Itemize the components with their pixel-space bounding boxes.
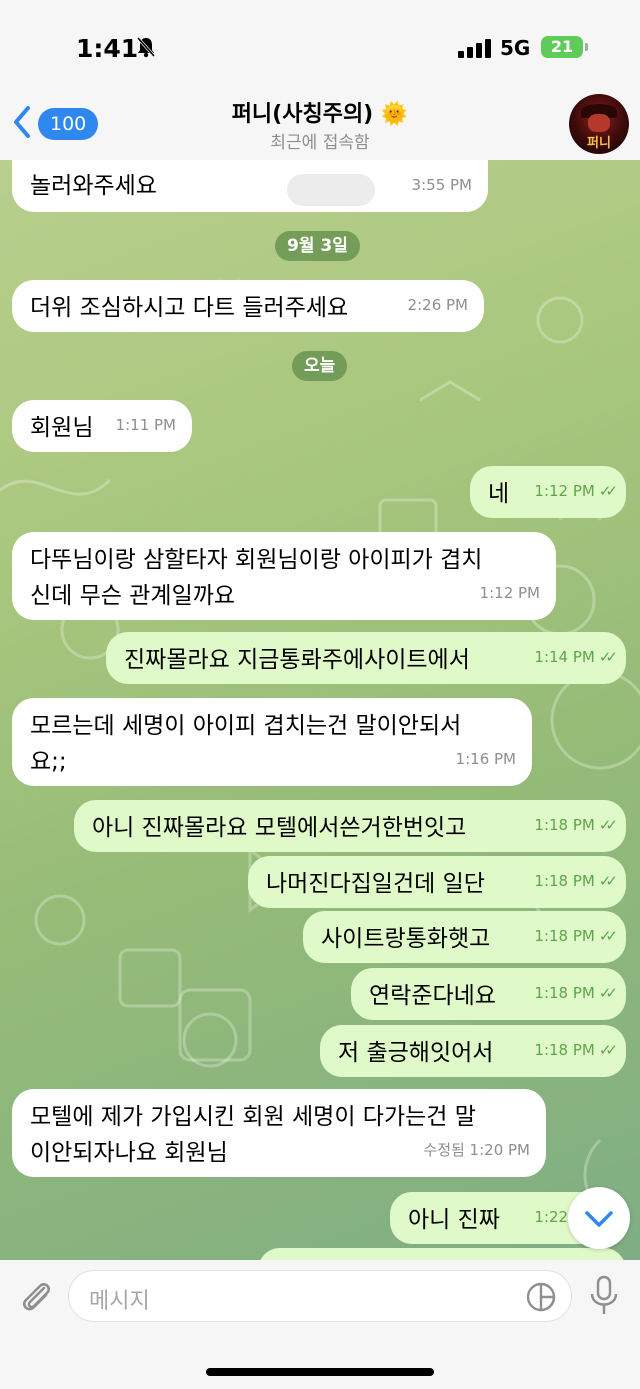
cellular-signal-icon <box>458 38 491 58</box>
message-time: 1:12 PM <box>534 482 595 500</box>
message-time-with-status: 1:12 PM ✓✓ <box>534 473 618 509</box>
message-time-with-status: 1:18 PM ✓✓ <box>534 918 618 954</box>
message-time-with-status: 1:18 PM ✓✓ <box>534 863 618 899</box>
status-bar: 1:41 5G 21 <box>0 0 640 88</box>
message-text-line-1: 다뚜님이랑 삼할타자 회원님이랑 아이피가 겹치 <box>30 547 483 573</box>
message-bubble-outgoing[interactable]: 나머진다집일건데 일단 1:18 PM ✓✓ <box>248 856 626 908</box>
message-time: 1:18 PM <box>534 927 595 945</box>
message-time-with-status: 1:14 PM ✓✓ <box>534 639 618 675</box>
message-time: 3:55 PM <box>411 176 472 194</box>
message-text-line-1: 모르는데 세명이 아이피 겹치는건 말이안되서 <box>30 713 462 739</box>
scroll-down-button[interactable] <box>568 1187 630 1249</box>
avatar-face-shape <box>588 114 610 132</box>
message-text: 나머진다집일건데 일단 <box>266 871 485 897</box>
read-receipt-icon: ✓✓ <box>598 648 618 666</box>
message-bubble-outgoing-partial[interactable] <box>258 1248 626 1260</box>
message-bubble-incoming[interactable]: 놀러와주세요 3:55 PM <box>12 160 488 212</box>
battery-icon: 21 <box>541 36 583 58</box>
avatar[interactable]: 퍼니 <box>569 94 629 154</box>
date-separator: 오늘 <box>292 351 348 381</box>
read-receipt-icon: ✓✓ <box>598 872 618 890</box>
message-input-bar: 메시지 <box>0 1260 640 1389</box>
message-time: 1:12 PM <box>479 584 540 602</box>
attach-icon[interactable] <box>16 1276 56 1316</box>
message-time: 2:26 PM <box>407 296 468 314</box>
microphone-icon[interactable] <box>586 1274 622 1318</box>
message-text: 저 출긍해잇어서 <box>338 1040 494 1066</box>
read-receipt-icon: ✓✓ <box>598 816 618 834</box>
read-receipt-icon: ✓✓ <box>598 482 618 500</box>
chat-header: 100 퍼니(사칭주의) 🌞 최근에 접속함 퍼니 <box>0 88 640 160</box>
message-bubble-incoming[interactable]: 모텔에 제가 가입시킨 회원 세명이 다가는건 말 이안되자나요 회원님 수정됨… <box>12 1089 546 1177</box>
home-indicator <box>206 1368 434 1376</box>
sticker-icon[interactable] <box>525 1281 557 1313</box>
read-receipt-icon: ✓✓ <box>598 984 618 1002</box>
read-receipt-icon: ✓✓ <box>598 1041 618 1059</box>
message-text: 진짜몰라요 지금통롸주에사이트에서 <box>124 647 470 673</box>
message-bubble-incoming[interactable]: 다뚜님이랑 삼할타자 회원님이랑 아이피가 겹치 신데 무슨 관계일까요 1:1… <box>12 532 556 620</box>
network-type: 5G <box>500 36 531 60</box>
message-time: 1:18 PM <box>534 816 595 834</box>
message-bubble-outgoing[interactable]: 진짜몰라요 지금통롸주에사이트에서 1:14 PM ✓✓ <box>106 632 626 684</box>
message-time: 1:16 PM <box>455 750 516 768</box>
message-text: 놀러와주세요 <box>30 173 157 199</box>
message-text: 아니 진짜몰라요 모텔에서쓴거한번잇고 <box>92 815 467 841</box>
message-input-placeholder: 메시지 <box>89 1289 150 1314</box>
message-text: 연락준다네요 <box>369 983 496 1009</box>
message-time-with-status: 1:18 PM ✓✓ <box>534 807 618 843</box>
read-receipt-icon: ✓✓ <box>598 927 618 945</box>
message-bubble-outgoing[interactable]: 사이트랑통화햇고 1:18 PM ✓✓ <box>303 911 626 963</box>
message-text: 더위 조심하시고 다트 들러주세요 <box>30 295 349 321</box>
message-text-line-1: 모텔에 제가 가입시킨 회원 세명이 다가는건 말 <box>30 1104 476 1130</box>
message-text-line-2: 신데 무슨 관계일까요 <box>30 583 236 609</box>
message-bubble-incoming[interactable]: 모르는데 세명이 아이피 겹치는건 말이안되서 요;; 1:16 PM <box>12 698 532 786</box>
message-text: 사이트랑통화햇고 <box>321 926 491 952</box>
message-time: 수정됨 1:20 PM <box>423 1141 530 1159</box>
message-time: 1:18 PM <box>534 984 595 1002</box>
message-text: 네 <box>488 481 510 507</box>
mute-bell-icon <box>136 36 156 63</box>
message-time-with-status: 1:18 PM ✓✓ <box>534 975 618 1011</box>
message-bubble-outgoing[interactable]: 저 출긍해잇어서 1:18 PM ✓✓ <box>320 1025 626 1077</box>
scroll-down-icon <box>585 1211 613 1227</box>
chat-title[interactable]: 퍼니(사칭주의) 🌞 <box>0 96 640 128</box>
chat-messages-area[interactable]: 놀러와주세요 3:55 PM 9월 3일 더위 조심하시고 다트 들러주세요 2… <box>0 160 640 1260</box>
message-input[interactable]: 메시지 <box>68 1270 572 1322</box>
message-bubble-outgoing[interactable]: 네 1:12 PM ✓✓ <box>470 466 626 518</box>
message-bubble-incoming[interactable]: 회원님 1:11 PM <box>12 400 192 452</box>
message-bubble-outgoing[interactable]: 아니 진짜몰라요 모텔에서쓴거한번잇고 1:18 PM ✓✓ <box>74 800 626 852</box>
message-text: 회원님 <box>30 415 94 441</box>
message-bubble-outgoing[interactable]: 연락준다네요 1:18 PM ✓✓ <box>351 968 626 1020</box>
message-text-line-2: 요;; <box>30 749 67 775</box>
message-bubble-incoming[interactable]: 더위 조심하시고 다트 들러주세요 2:26 PM <box>12 280 484 332</box>
redacted-content <box>287 174 375 206</box>
message-time: 1:11 PM <box>115 416 176 434</box>
status-time: 1:41 <box>76 34 139 63</box>
message-time: 1:18 PM <box>534 1041 595 1059</box>
last-seen-status: 최근에 접속함 <box>270 133 370 153</box>
avatar-text: 퍼니 <box>587 136 611 151</box>
message-time-with-status: 1:18 PM ✓✓ <box>534 1032 618 1068</box>
message-time: 1:18 PM <box>534 872 595 890</box>
date-separator: 9월 3일 <box>275 231 360 261</box>
message-text: 아니 진짜 <box>408 1207 500 1233</box>
battery-tip <box>585 43 588 51</box>
message-time: 1:14 PM <box>534 648 595 666</box>
